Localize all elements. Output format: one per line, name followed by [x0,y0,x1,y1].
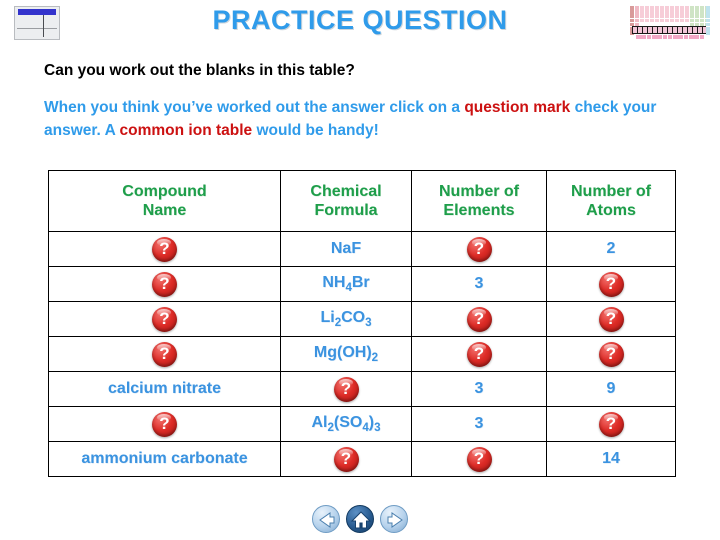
question-mark-icon[interactable] [466,306,492,332]
table-row: Li2CO3 [48,301,676,337]
practice-question-table: Compound Name Chemical Formula Number of… [48,170,676,477]
back-arrow-icon[interactable] [312,505,340,533]
cell-chemical-formula: Al2(SO4)3 [280,406,412,442]
cell-number-of-atoms[interactable] [546,301,676,337]
question-mark-icon[interactable] [598,306,624,332]
question-mark-icon[interactable] [333,446,359,472]
instructions-text: When you think you’ve worked out the ans… [44,96,664,142]
question-mark-icon[interactable] [598,341,624,367]
home-icon[interactable] [346,505,374,533]
cell-compound-name: calcium nitrate [48,371,281,407]
cell-compound-name[interactable] [48,336,281,372]
column-header-number-of-atoms: Number of Atoms [546,170,676,232]
cell-number-of-atoms[interactable] [546,266,676,302]
question-mark-icon[interactable] [152,341,177,367]
column-header-number-of-elements: Number of Elements [411,170,547,232]
question-mark-icon[interactable] [152,306,177,332]
instructions-highlight-question-mark: question mark [464,99,571,116]
table-row: ammonium carbonate 14 [48,441,676,477]
cell-number-of-elements[interactable] [411,336,547,372]
cell-number-of-elements: 3 [411,266,547,302]
cell-chemical-formula: NaF [280,231,412,267]
table-row: Al2(SO4)33 [48,406,676,442]
cell-number-of-atoms: 14 [546,441,676,477]
page-title: PRACTICE QUESTION [212,5,508,35]
question-mark-icon[interactable] [466,341,492,367]
cell-chemical-formula: NH4Br [280,266,412,302]
cell-number-of-elements[interactable] [411,231,547,267]
forward-arrow-icon[interactable] [380,505,408,533]
navigation-bar [0,505,720,533]
table-row: calcium nitrate 39 [48,371,676,407]
table-row: NH4Br3 [48,266,676,302]
table-body: NaF2NH4Br3Li2CO3Mg(OH)2calcium nitrate39… [48,231,676,477]
cell-compound-name: ammonium carbonate [48,441,281,477]
instructions-seg-5: would be handy! [252,122,379,139]
cell-chemical-formula[interactable] [280,441,412,477]
cell-number-of-atoms[interactable] [546,406,676,442]
question-mark-icon[interactable] [598,271,624,297]
cell-number-of-elements: 3 [411,406,547,442]
question-mark-icon[interactable] [466,446,492,472]
question-mark-icon[interactable] [598,411,624,437]
table-row: NaF 2 [48,231,676,267]
question-mark-icon[interactable] [466,236,492,262]
intro-question: Can you work out the blanks in this tabl… [44,62,355,79]
question-mark-icon[interactable] [333,376,359,402]
cell-compound-name[interactable] [48,301,281,337]
cell-chemical-formula[interactable] [280,371,412,407]
instructions-seg-1: When you think you’ve worked out the ans… [44,99,465,116]
cell-number-of-elements: 3 [411,371,547,407]
question-mark-icon[interactable] [152,271,177,297]
table-header-row: Compound Name Chemical Formula Number of… [48,170,676,232]
cell-number-of-atoms: 2 [546,231,676,267]
question-mark-icon[interactable] [152,411,177,437]
cell-compound-name[interactable] [48,231,281,267]
cell-chemical-formula: Mg(OH)2 [280,336,412,372]
cell-number-of-atoms: 9 [546,371,676,407]
column-header-chemical-formula: Chemical Formula [280,170,412,232]
column-header-compound-name: Compound Name [48,170,281,232]
instructions-highlight-common-ion-table: common ion table [119,122,253,139]
cell-compound-name[interactable] [48,406,281,442]
cell-number-of-atoms[interactable] [546,336,676,372]
table-row: Mg(OH)2 [48,336,676,372]
question-mark-icon[interactable] [152,236,177,262]
cell-chemical-formula: Li2CO3 [280,301,412,337]
cell-number-of-elements[interactable] [411,301,547,337]
cell-compound-name[interactable] [48,266,281,302]
cell-number-of-elements[interactable] [411,441,547,477]
